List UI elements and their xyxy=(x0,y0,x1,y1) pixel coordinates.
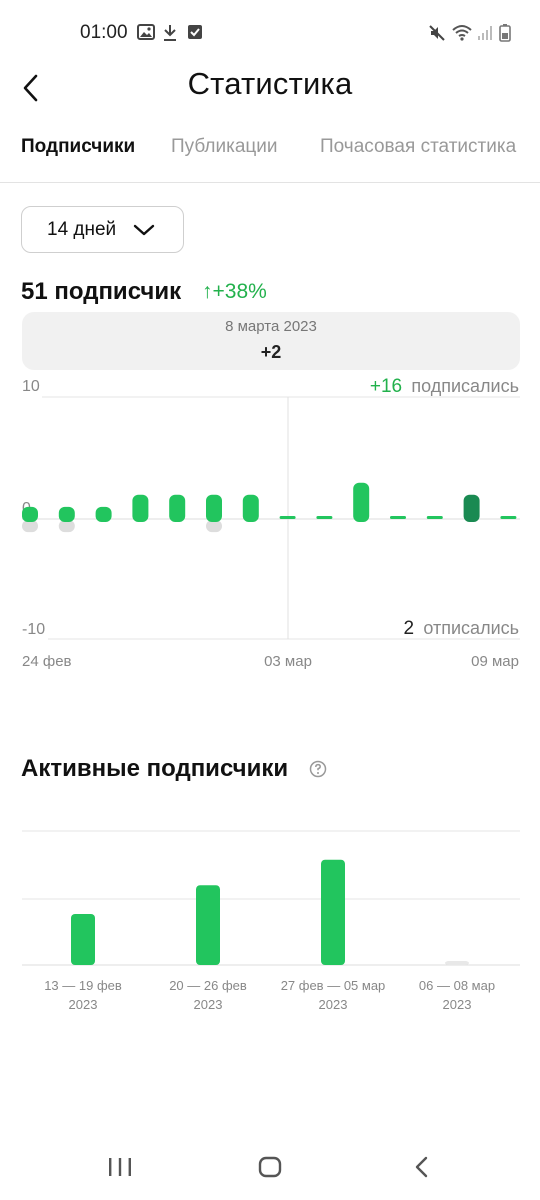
tab-publications[interactable]: Публикации xyxy=(171,136,278,158)
active-subscribers-chart[interactable]: 13 — 19 фев 2023 20 — 26 фев 2023 27 фев — 0… xyxy=(0,815,540,1025)
period-dropdown[interactable]: 14 дней xyxy=(21,206,184,253)
subscribed-bar[interactable] xyxy=(206,494,222,522)
home-icon[interactable] xyxy=(256,1150,284,1184)
unsubscribed-total-value: 2 xyxy=(404,618,415,639)
subscribed-total-label: подписались xyxy=(411,376,519,396)
subscribed-bar[interactable] xyxy=(22,506,38,522)
nav-back-icon[interactable] xyxy=(408,1150,436,1184)
tab-hourly-stats[interactable]: Почасовая статистика xyxy=(320,136,516,158)
active-x-label: 2023 xyxy=(319,997,348,1012)
tooltip-date: 8 марта 2023 xyxy=(225,318,317,335)
subscribed-bar[interactable] xyxy=(169,494,186,522)
subscribed-bar[interactable] xyxy=(95,506,112,522)
x-tick-middle: 03 мар xyxy=(264,653,312,670)
download-icon xyxy=(164,25,176,41)
active-bar[interactable] xyxy=(71,913,95,965)
subscribed-bar[interactable] xyxy=(500,516,517,519)
image-icon xyxy=(137,24,155,40)
subscribed-total: +16 подписались xyxy=(370,376,519,397)
page-title: Статистика xyxy=(187,66,353,101)
x-tick-end: 09 мар xyxy=(471,653,519,670)
subscribed-bar[interactable] xyxy=(132,494,149,522)
period-label: 14 дней xyxy=(47,219,117,240)
active-bar[interactable] xyxy=(321,859,345,965)
subscribers-chart[interactable]: 10 0 -10 +16 подписались 2 отписались 24… xyxy=(0,370,540,680)
active-x-label: 20 — 26 фев xyxy=(169,978,247,993)
mute-icon xyxy=(429,25,445,41)
growth-indicator: ↑+38% xyxy=(202,280,267,303)
active-x-label: 2023 xyxy=(69,997,98,1012)
recent-apps-icon[interactable] xyxy=(106,1150,134,1184)
unsubscribed-total-label: отписались xyxy=(423,618,519,638)
subscribed-bar[interactable] xyxy=(463,494,480,522)
subscribed-total-value: +16 xyxy=(370,376,402,397)
active-bar[interactable] xyxy=(445,961,469,965)
subscriber-count: 51 подписчик xyxy=(21,278,182,305)
status-time: 01:00 xyxy=(80,22,128,43)
status-bar: 01:00 xyxy=(0,0,540,66)
subscribed-bar[interactable] xyxy=(58,506,75,522)
active-bar[interactable] xyxy=(196,885,220,965)
checkbox-icon xyxy=(188,25,202,39)
chart-tooltip: 8 марта 2023 +2 xyxy=(22,312,520,370)
active-x-label: 2023 xyxy=(194,997,223,1012)
chevron-down-icon xyxy=(133,224,155,236)
tab-subscribers[interactable]: Подписчики xyxy=(21,136,135,158)
active-x-label: 27 фев — 05 мар xyxy=(281,978,386,993)
active-subscribers-title: Активные подписчики xyxy=(21,755,289,782)
subscribed-bar[interactable] xyxy=(426,516,443,519)
x-tick-start: 24 фев xyxy=(22,653,72,670)
tab-bar: Подписчики Публикации Почасовая статисти… xyxy=(0,136,540,160)
tooltip-value: +2 xyxy=(260,342,282,362)
active-bars-group: 13 — 19 фев 2023 20 — 26 фев 2023 27 фев — 0… xyxy=(44,859,495,1012)
battery-icon xyxy=(499,24,511,42)
active-x-label: 13 — 19 фев xyxy=(44,978,122,993)
active-x-label: 06 — 08 мар xyxy=(419,978,495,993)
unsubscribed-total: 2 отписались xyxy=(404,618,519,639)
y-tick-top: 10 xyxy=(22,378,40,395)
help-icon[interactable] xyxy=(309,760,327,778)
active-x-label: 2023 xyxy=(443,997,472,1012)
subscribed-bar[interactable] xyxy=(390,516,406,519)
tabs-divider xyxy=(0,182,540,183)
subscribed-bar[interactable] xyxy=(242,494,259,522)
wifi-icon xyxy=(452,25,472,41)
subscribed-bar[interactable] xyxy=(316,516,333,519)
bars-group xyxy=(22,482,517,533)
subscribed-bar[interactable] xyxy=(353,482,370,522)
subscribed-bar[interactable] xyxy=(279,516,296,519)
y-tick-bottom: -10 xyxy=(22,621,45,638)
signal-icon xyxy=(478,26,492,40)
